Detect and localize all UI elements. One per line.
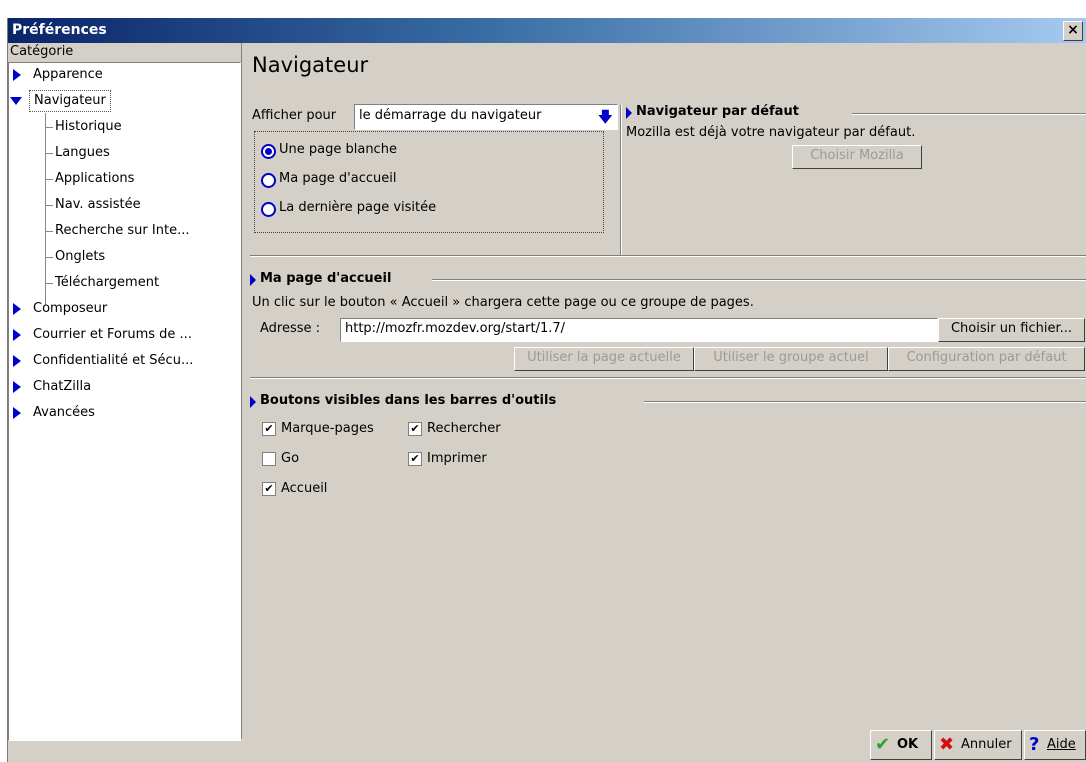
page-title: Navigateur — [252, 53, 369, 77]
section-divider — [250, 255, 1086, 257]
title-bar: Préférences × — [8, 18, 1086, 43]
checkbox-label: Accueil — [281, 481, 328, 496]
radio-button[interactable] — [261, 202, 276, 217]
check-icon[interactable]: ✔ — [408, 452, 422, 466]
tree-item-label: Langues — [55, 145, 110, 160]
choose-mozilla-button[interactable]: Choisir Mozilla — [792, 145, 922, 169]
tree-branch-line — [45, 113, 46, 305]
tree-item-label: Applications — [55, 171, 135, 186]
address-label: Adresse : — [260, 321, 321, 336]
expand-triangle-icon[interactable] — [13, 329, 21, 341]
checkbox-label: Imprimer — [427, 451, 487, 466]
section-title: Ma page d'accueil — [260, 271, 392, 286]
close-button[interactable]: × — [1063, 21, 1083, 41]
tree-item-label: Avancées — [33, 405, 95, 420]
help-label: Aide — [1047, 737, 1076, 752]
tree-item-label: Téléchargement — [55, 275, 160, 290]
tree-item-label: Navigateur — [29, 90, 111, 112]
section-divider — [644, 401, 1086, 403]
tree-item-label: Composeur — [33, 301, 108, 316]
section-title: Navigateur par défaut — [636, 104, 799, 119]
default-browser-text: Mozilla est déjà votre navigateur par dé… — [626, 125, 916, 140]
check-icon[interactable]: ✔ — [262, 422, 276, 436]
default-config-button[interactable]: Configuration par défaut — [888, 347, 1085, 371]
check-icon[interactable]: ✔ — [408, 422, 422, 436]
preferences-window: Préférences × Catégorie Apparence Naviga… — [7, 18, 1086, 762]
dropdown-value: le démarrage du navigateur — [359, 108, 542, 123]
tree-item-label: Historique — [55, 119, 122, 134]
expand-triangle-icon[interactable] — [13, 355, 21, 367]
radio-label: Ma page d'accueil — [279, 171, 397, 186]
ok-label: OK — [897, 737, 919, 752]
cancel-button[interactable]: ✖ Annuler — [934, 730, 1022, 760]
homepage-description: Un clic sur le bouton « Accueil » charge… — [252, 295, 754, 310]
tree-item-label: Apparence — [33, 67, 103, 82]
expand-triangle-icon[interactable] — [13, 407, 21, 419]
tree-item-label: Confidentialité et Sécu... — [33, 353, 194, 368]
use-current-page-button[interactable]: Utiliser la page actuelle — [514, 347, 694, 371]
section-triangle-icon — [250, 396, 256, 408]
window-title: Préférences — [12, 22, 107, 38]
collapse-triangle-icon[interactable] — [10, 97, 22, 105]
category-header: Catégorie — [10, 44, 74, 59]
tree-item-label: Courrier et Forums de ... — [33, 327, 192, 342]
address-field[interactable] — [340, 318, 938, 342]
expand-triangle-icon[interactable] — [13, 303, 21, 315]
address-input[interactable] — [341, 319, 934, 338]
show-for-label: Afficher pour — [252, 108, 337, 123]
startup-radio-group: Une page blanche Ma page d'accueil La de… — [254, 131, 604, 233]
tree-item-label: ChatZilla — [33, 379, 92, 394]
radio-label: Une page blanche — [279, 142, 397, 157]
radio-label: La dernière page visitée — [279, 200, 437, 215]
tree-item-label: Nav. assistée — [55, 197, 141, 212]
question-icon: ? — [1029, 734, 1040, 755]
cancel-label: Annuler — [961, 737, 1012, 752]
help-button[interactable]: ? Aide — [1024, 730, 1086, 760]
cross-icon: ✖ — [939, 734, 955, 755]
section-divider — [852, 113, 1086, 115]
checkbox-label: Marque-pages — [281, 421, 374, 436]
use-current-group-button[interactable]: Utiliser le groupe actuel — [694, 347, 888, 371]
section-divider — [432, 279, 1086, 281]
category-sidebar: Catégorie Apparence Navigateur Historiqu… — [8, 43, 241, 741]
main-panel: Navigateur Afficher pour le démarrage du… — [241, 43, 1086, 739]
checkbox-label: Rechercher — [427, 421, 501, 436]
section-divider — [620, 105, 622, 255]
radio-button[interactable] — [261, 144, 276, 159]
expand-triangle-icon[interactable] — [13, 381, 21, 393]
dropdown-arrow-icon[interactable]: 🡇 — [598, 107, 613, 132]
radio-button[interactable] — [261, 173, 276, 188]
choose-file-button[interactable]: Choisir un fichier... — [938, 318, 1085, 342]
section-title: Boutons visibles dans les barres d'outil… — [260, 393, 557, 408]
checkbox-box[interactable] — [262, 452, 276, 466]
category-tree[interactable]: Apparence Navigateur Historique Langues … — [8, 62, 241, 741]
section-divider — [250, 377, 1086, 379]
ok-button[interactable]: ✔ OK — [870, 730, 932, 760]
checkbox-label: Go — [281, 451, 300, 466]
startup-dropdown[interactable]: le démarrage du navigateur 🡇 — [354, 104, 618, 130]
check-icon[interactable]: ✔ — [262, 482, 276, 496]
check-icon: ✔ — [875, 734, 891, 755]
tree-item-label: Onglets — [55, 249, 106, 264]
section-triangle-icon — [250, 274, 256, 286]
tree-item-label: Recherche sur Inte... — [55, 223, 190, 238]
expand-triangle-icon[interactable] — [13, 69, 21, 81]
section-triangle-icon — [626, 107, 632, 119]
